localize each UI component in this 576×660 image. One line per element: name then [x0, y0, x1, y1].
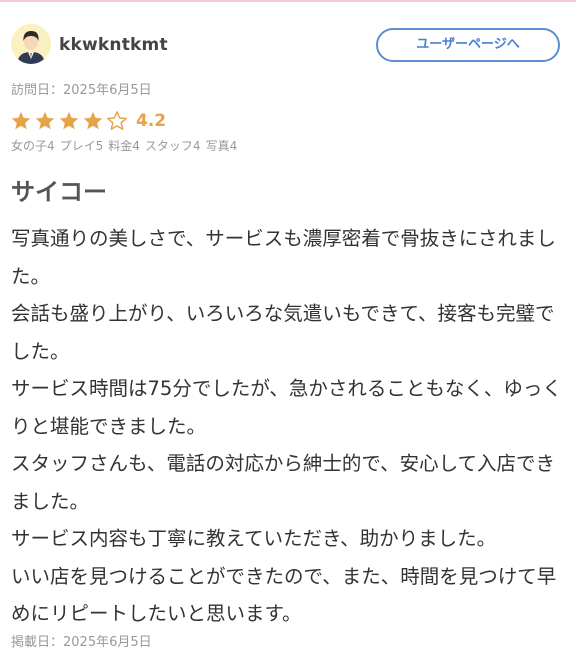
star-filled-icon — [83, 111, 103, 130]
review-body: 写真通りの美しさで、サービスも濃厚密着で骨抜きにされました。 会話も盛り上がり、… — [11, 220, 567, 633]
review-line: サービス時間は75分でしたが、急かされることもなく、ゆっくりと堪能できました。 — [11, 377, 562, 438]
review-line: 会話も盛り上がり、いろいろな気遣いもできて、接客も完璧でした。 — [11, 302, 555, 363]
visit-date: 訪問日：2025年6月5日 — [11, 83, 152, 98]
sub-ratings: 女の子4 プレイ5 料金4 スタッフ4 写真4 — [11, 137, 237, 154]
star-outline-icon — [107, 111, 127, 130]
rating-score: 4.2 — [136, 111, 167, 131]
review-line: いい店を見つけることができたので、また、時間を見つけて早めにリピートしたいと思い… — [11, 564, 557, 626]
sub-rating-staff: スタッフ4 — [144, 139, 201, 153]
star-filled-icon — [11, 111, 31, 130]
rating-stars: 4.2 — [10, 108, 166, 134]
user-avatar-icon — [11, 24, 51, 64]
review-title: サイコー — [11, 178, 107, 206]
posted-date: 掲載日：2025年6月5日 — [11, 635, 152, 650]
star-filled-icon — [35, 111, 55, 130]
avatar[interactable] — [11, 24, 51, 64]
sub-rating-photo: 写真4 — [205, 139, 238, 153]
review-line: サービス内容も丁寧に教えていただき、助かりました。 — [11, 527, 497, 550]
sub-rating-play: プレイ5 — [59, 139, 104, 153]
star-filled-icon — [59, 111, 79, 130]
top-divider — [0, 0, 576, 2]
review-line: 写真通りの美しさで、サービスも濃厚密着で骨抜きにされました。 — [11, 227, 556, 288]
review-line: スタッフさんも、電話の対応から紳士的で、安心して入店できました。 — [11, 452, 556, 513]
user-page-button[interactable]: ユーザーページへ — [376, 28, 560, 62]
sub-rating-girl: 女の子4 — [11, 139, 55, 153]
username[interactable]: kkwkntkmt — [59, 35, 168, 55]
reviewer-header: kkwkntkmt ユーザーページへ — [11, 20, 563, 72]
sub-rating-price: 料金4 — [108, 139, 140, 153]
